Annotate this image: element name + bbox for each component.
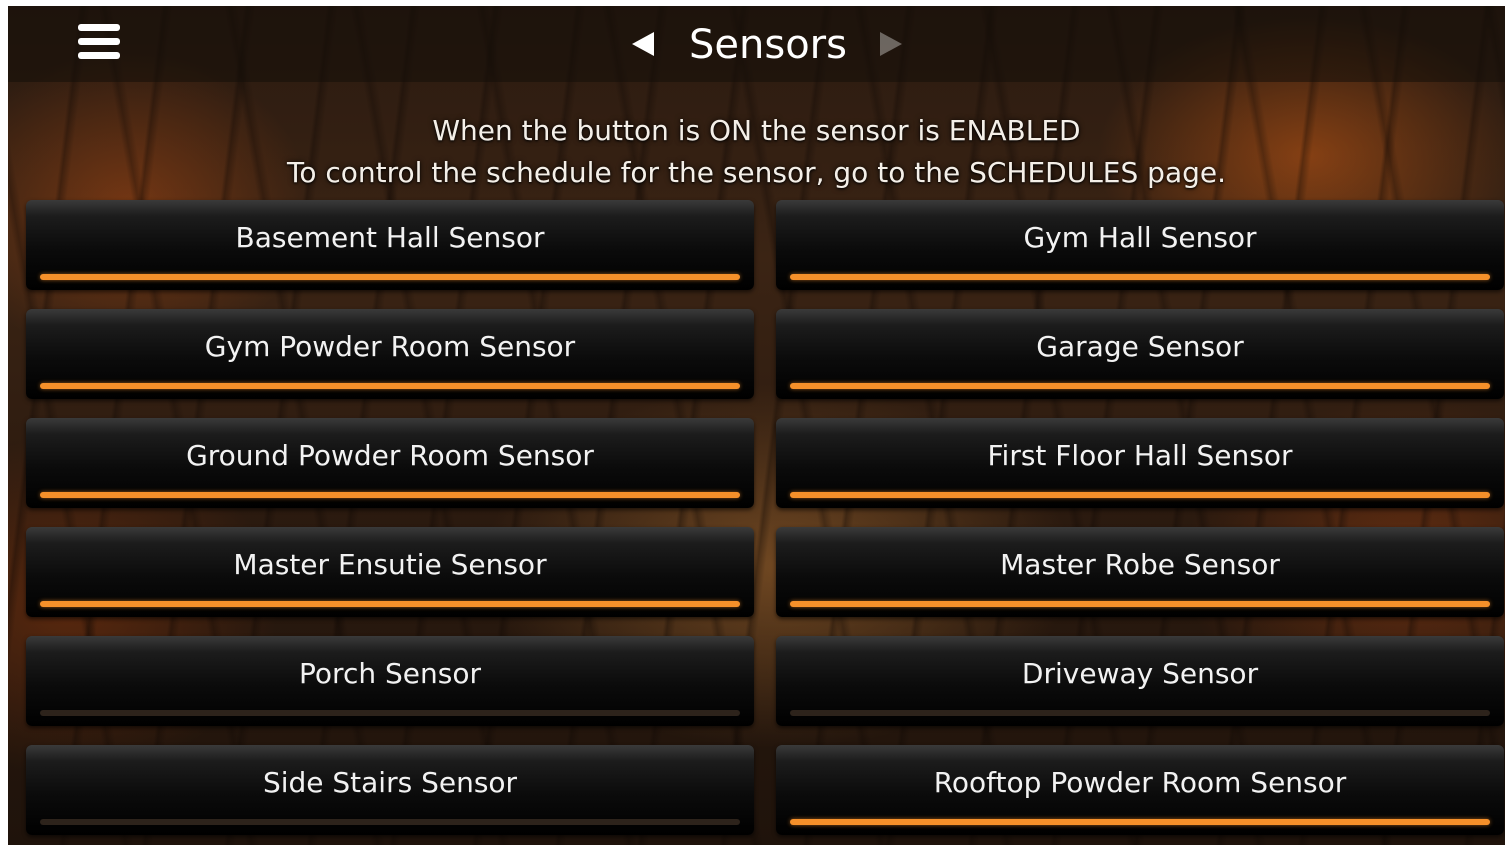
status-indicator-bar xyxy=(790,383,1490,389)
sensor-toggle-button[interactable]: Driveway Sensor xyxy=(776,636,1504,726)
status-indicator-bar xyxy=(40,274,740,280)
sensor-toggle-button[interactable]: Gym Powder Room Sensor xyxy=(26,309,754,399)
status-indicator-bar xyxy=(790,274,1490,280)
instruction-line-enabled: When the button is ON the sensor is ENAB… xyxy=(432,114,1081,147)
sensor-label: First Floor Hall Sensor xyxy=(987,439,1293,472)
sensor-label: Rooftop Powder Room Sensor xyxy=(933,766,1347,799)
sensor-toggle-button[interactable]: Side Stairs Sensor xyxy=(26,745,754,835)
sensor-label: Gym Hall Sensor xyxy=(1023,221,1257,254)
sensor-label: Basement Hall Sensor xyxy=(235,221,545,254)
status-indicator-bar xyxy=(40,383,740,389)
sensor-toggle-button[interactable]: Ground Powder Room Sensor xyxy=(26,418,754,508)
status-indicator-bar xyxy=(40,819,740,825)
status-indicator-bar xyxy=(40,492,740,498)
top-bar: Sensors xyxy=(8,6,1505,82)
hamburger-menu-icon[interactable] xyxy=(78,24,120,60)
status-indicator-bar xyxy=(40,601,740,607)
instruction-line-schedules: To control the schedule for the sensor, … xyxy=(287,156,1226,189)
sensor-label: Ground Powder Room Sensor xyxy=(186,439,594,472)
status-indicator-bar xyxy=(790,601,1490,607)
instructions: When the button is ON the sensor is ENAB… xyxy=(8,110,1505,194)
next-page-arrow-icon[interactable] xyxy=(880,32,902,56)
page-title-group: Sensors xyxy=(608,16,928,76)
status-indicator-bar xyxy=(790,710,1490,716)
sensor-toggle-button[interactable]: Porch Sensor xyxy=(26,636,754,726)
page-title: Sensors xyxy=(689,22,847,68)
sensor-label: Master Robe Sensor xyxy=(1000,548,1280,581)
sensor-toggle-button[interactable]: Garage Sensor xyxy=(776,309,1504,399)
sensor-label: Master Ensutie Sensor xyxy=(233,548,547,581)
previous-page-arrow-icon[interactable] xyxy=(632,32,654,56)
status-indicator-bar xyxy=(790,492,1490,498)
status-indicator-bar xyxy=(790,819,1490,825)
sensor-toggle-button[interactable]: Master Ensutie Sensor xyxy=(26,527,754,617)
sensor-label: Driveway Sensor xyxy=(1021,657,1259,690)
sensor-toggle-button[interactable]: Master Robe Sensor xyxy=(776,527,1504,617)
sensor-toggle-button[interactable]: Rooftop Powder Room Sensor xyxy=(776,745,1504,835)
sensor-toggle-button[interactable]: Basement Hall Sensor xyxy=(26,200,754,290)
sensor-toggle-button[interactable]: First Floor Hall Sensor xyxy=(776,418,1504,508)
sensor-label: Garage Sensor xyxy=(1036,330,1244,363)
sensor-label: Porch Sensor xyxy=(299,657,481,690)
sensor-label: Side Stairs Sensor xyxy=(262,766,518,799)
sensor-toggle-button[interactable]: Gym Hall Sensor xyxy=(776,200,1504,290)
app-screen: Sensors When the button is ON the sensor… xyxy=(8,6,1505,845)
sensor-label: Gym Powder Room Sensor xyxy=(204,330,576,363)
status-indicator-bar xyxy=(40,710,740,716)
